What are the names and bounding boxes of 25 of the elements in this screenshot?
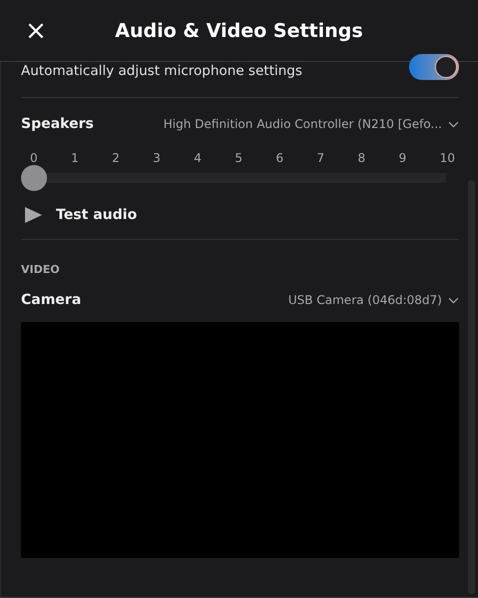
speaker-dropdown[interactable]: High Definition Audio Controller (N210 [Gefo...	[163, 117, 459, 131]
tick-label: 9	[398, 151, 406, 165]
tick-label: 1	[70, 151, 79, 165]
tick-label: 10	[440, 151, 455, 165]
close-button[interactable]: ×	[21, 18, 51, 44]
tick-label: 5	[234, 151, 242, 165]
speakers-label: Speakers	[21, 116, 94, 132]
toggle-switch[interactable]	[409, 54, 459, 80]
test-audio-button[interactable]: Test audio	[21, 191, 137, 239]
tick-label: 2	[112, 151, 120, 165]
camera-label: Camera	[21, 292, 82, 308]
tick-label: 3	[152, 151, 161, 165]
chevron-down-icon	[448, 296, 459, 304]
camera-dropdown[interactable]: USB Camera (046d:08d7)	[288, 293, 459, 307]
tick-label: 7	[316, 151, 324, 165]
tick-label: 8	[358, 151, 366, 165]
slider-thumb[interactable]	[21, 165, 47, 191]
section-heading: VIDEO	[21, 263, 61, 276]
dialog-title: Audio & Video Settings	[114, 20, 364, 42]
tick-label: 0	[30, 151, 38, 165]
play-icon	[25, 207, 42, 223]
tick-label: 6	[276, 151, 284, 165]
setting-label: Automatically adjust microphone settings	[21, 63, 302, 79]
chevron-down-icon	[448, 120, 459, 128]
tick-label: 4	[194, 151, 202, 165]
